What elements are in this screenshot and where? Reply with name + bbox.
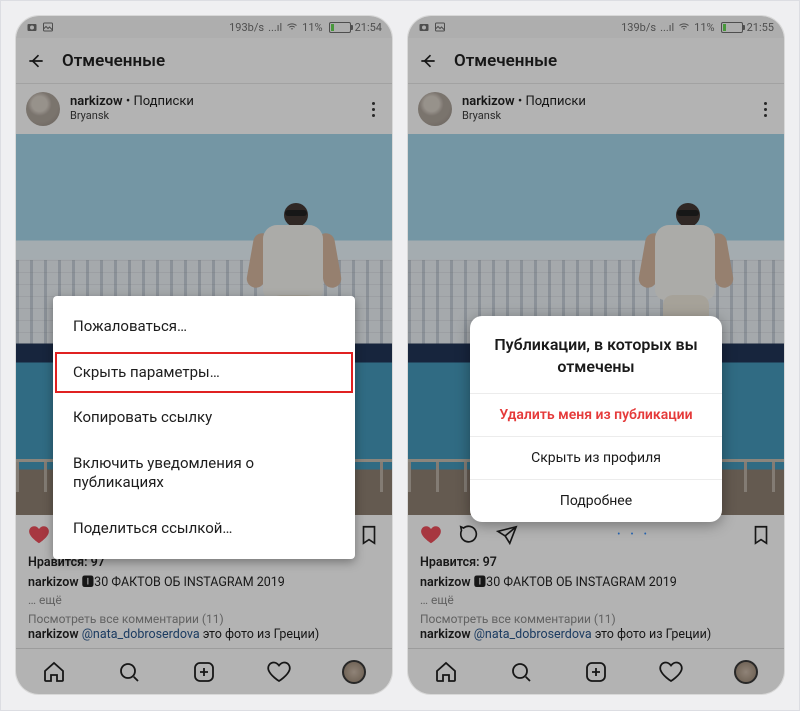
post-author-line[interactable]: narkizow • Подписки (462, 95, 586, 110)
like-icon[interactable] (420, 524, 442, 546)
nav-profile-icon[interactable] (342, 660, 366, 684)
post-author-line[interactable]: narkizow • Подписки (70, 95, 194, 110)
net-speed: 139b/s (621, 21, 656, 34)
battery-icon (721, 22, 743, 33)
modal-title: Публикации, в которых вы отмечены (470, 316, 722, 393)
share-icon[interactable] (496, 524, 518, 546)
nav-home-icon[interactable] (42, 660, 66, 684)
post-username: narkizow (70, 94, 123, 109)
battery-pct: 11% (302, 21, 322, 34)
page-title: Отмеченные (62, 51, 165, 71)
phone-left: 193b/s ...ıl 11% 21:54 Отмеченные narkiz… (15, 15, 393, 695)
avatar[interactable] (418, 92, 452, 126)
nav-search-icon[interactable] (509, 660, 533, 684)
caption-more[interactable]: … ещё (420, 592, 772, 608)
nav-new-post-icon[interactable] (584, 660, 608, 684)
nav-activity-icon[interactable] (267, 660, 291, 684)
side-by-side-screenshots: 193b/s ...ıl 11% 21:54 Отмеченные narkiz… (0, 0, 800, 711)
post-caption-area: Нравится: 97 narkizow 🅸30 ФАКТОВ ОБ INST… (16, 555, 392, 648)
modal-more-button[interactable]: Подробнее (470, 479, 722, 522)
back-arrow-icon[interactable] (418, 51, 438, 71)
signal-text: ...ıl (268, 21, 282, 34)
save-icon[interactable] (358, 524, 380, 546)
clock: 21:54 (355, 21, 382, 34)
nav-profile-icon[interactable] (734, 660, 758, 684)
post-menu-button[interactable] (364, 100, 382, 118)
post-subscription: Подписки (133, 94, 193, 109)
battery-pct: 11% (694, 21, 714, 34)
post-caption-area: Нравится: 97 narkizow 🅸30 ФАКТОВ ОБ INST… (408, 555, 784, 648)
dialog-item-hide-options[interactable]: Скрыть параметры… (53, 350, 355, 396)
likes-count[interactable]: Нравится: 97 (420, 555, 772, 572)
modal-hide-from-profile-button[interactable]: Скрыть из профиля (470, 436, 722, 479)
nav-activity-icon[interactable] (659, 660, 683, 684)
dialog-item-share-link[interactable]: Поделиться ссылкой… (53, 506, 355, 552)
battery-icon (329, 22, 351, 33)
phone-right: 139b/s ...ıl 11% 21:55 Отмеченные narkiz… (407, 15, 785, 695)
page-title: Отмеченные (454, 51, 557, 71)
nav-new-post-icon[interactable] (192, 660, 216, 684)
bottom-nav (16, 648, 392, 694)
post-menu-button[interactable] (756, 100, 774, 118)
page-header: Отмеченные (16, 38, 392, 84)
wifi-icon (678, 21, 690, 33)
nav-search-icon[interactable] (117, 660, 141, 684)
carousel-dots: • • • (534, 530, 734, 540)
view-all-comments[interactable]: Посмотреть все комментарии (11) (420, 611, 772, 627)
post-location[interactable]: Bryansk (70, 110, 194, 123)
nav-home-icon[interactable] (434, 660, 458, 684)
dialog-item-copy-link[interactable]: Копировать ссылку (53, 395, 355, 441)
camera-icon (26, 21, 38, 33)
dialog-item-report[interactable]: Пожаловаться… (53, 304, 355, 350)
camera-icon (418, 21, 430, 33)
image-icon (434, 21, 446, 33)
top-comment[interactable]: narkizow @nata_dobroserdova это фото из … (28, 627, 380, 644)
post-header: narkizow • Подписки Bryansk (16, 84, 392, 134)
signal-text: ...ıl (660, 21, 674, 34)
modal-remove-me-button[interactable]: Удалить меня из публикации (470, 393, 722, 436)
post-options-dialog: Пожаловаться… Скрыть параметры… Копирова… (53, 296, 355, 559)
caption-more[interactable]: … ещё (28, 592, 380, 608)
comment-icon[interactable] (458, 524, 480, 546)
dialog-item-enable-notifications[interactable]: Включить уведомления о публикациях (53, 441, 355, 506)
like-icon[interactable] (28, 524, 50, 546)
net-speed: 193b/s (229, 21, 264, 34)
tagged-posts-modal: Публикации, в которых вы отмечены Удалит… (470, 316, 722, 522)
view-all-comments[interactable]: Посмотреть все комментарии (11) (28, 611, 380, 627)
post-location[interactable]: Bryansk (462, 110, 586, 123)
mention-link[interactable]: @nata_dobroserdova (474, 627, 592, 642)
top-comment[interactable]: narkizow @nata_dobroserdova это фото из … (420, 627, 772, 644)
back-arrow-icon[interactable] (26, 51, 46, 71)
save-icon[interactable] (750, 524, 772, 546)
clock: 21:55 (747, 21, 774, 34)
post-caption[interactable]: narkizow 🅸30 ФАКТОВ ОБ INSTAGRAM 2019 (28, 575, 380, 592)
avatar[interactable] (26, 92, 60, 126)
bottom-nav (408, 648, 784, 694)
status-bar: 193b/s ...ıl 11% 21:54 (16, 16, 392, 38)
mention-link[interactable]: @nata_dobroserdova (82, 627, 200, 642)
status-bar: 139b/s ...ıl 11% 21:55 (408, 16, 784, 38)
image-icon (42, 21, 54, 33)
wifi-icon (286, 21, 298, 33)
post-caption[interactable]: narkizow 🅸30 ФАКТОВ ОБ INSTAGRAM 2019 (420, 575, 772, 592)
post-header: narkizow • Подписки Bryansk (408, 84, 784, 134)
page-header: Отмеченные (408, 38, 784, 84)
